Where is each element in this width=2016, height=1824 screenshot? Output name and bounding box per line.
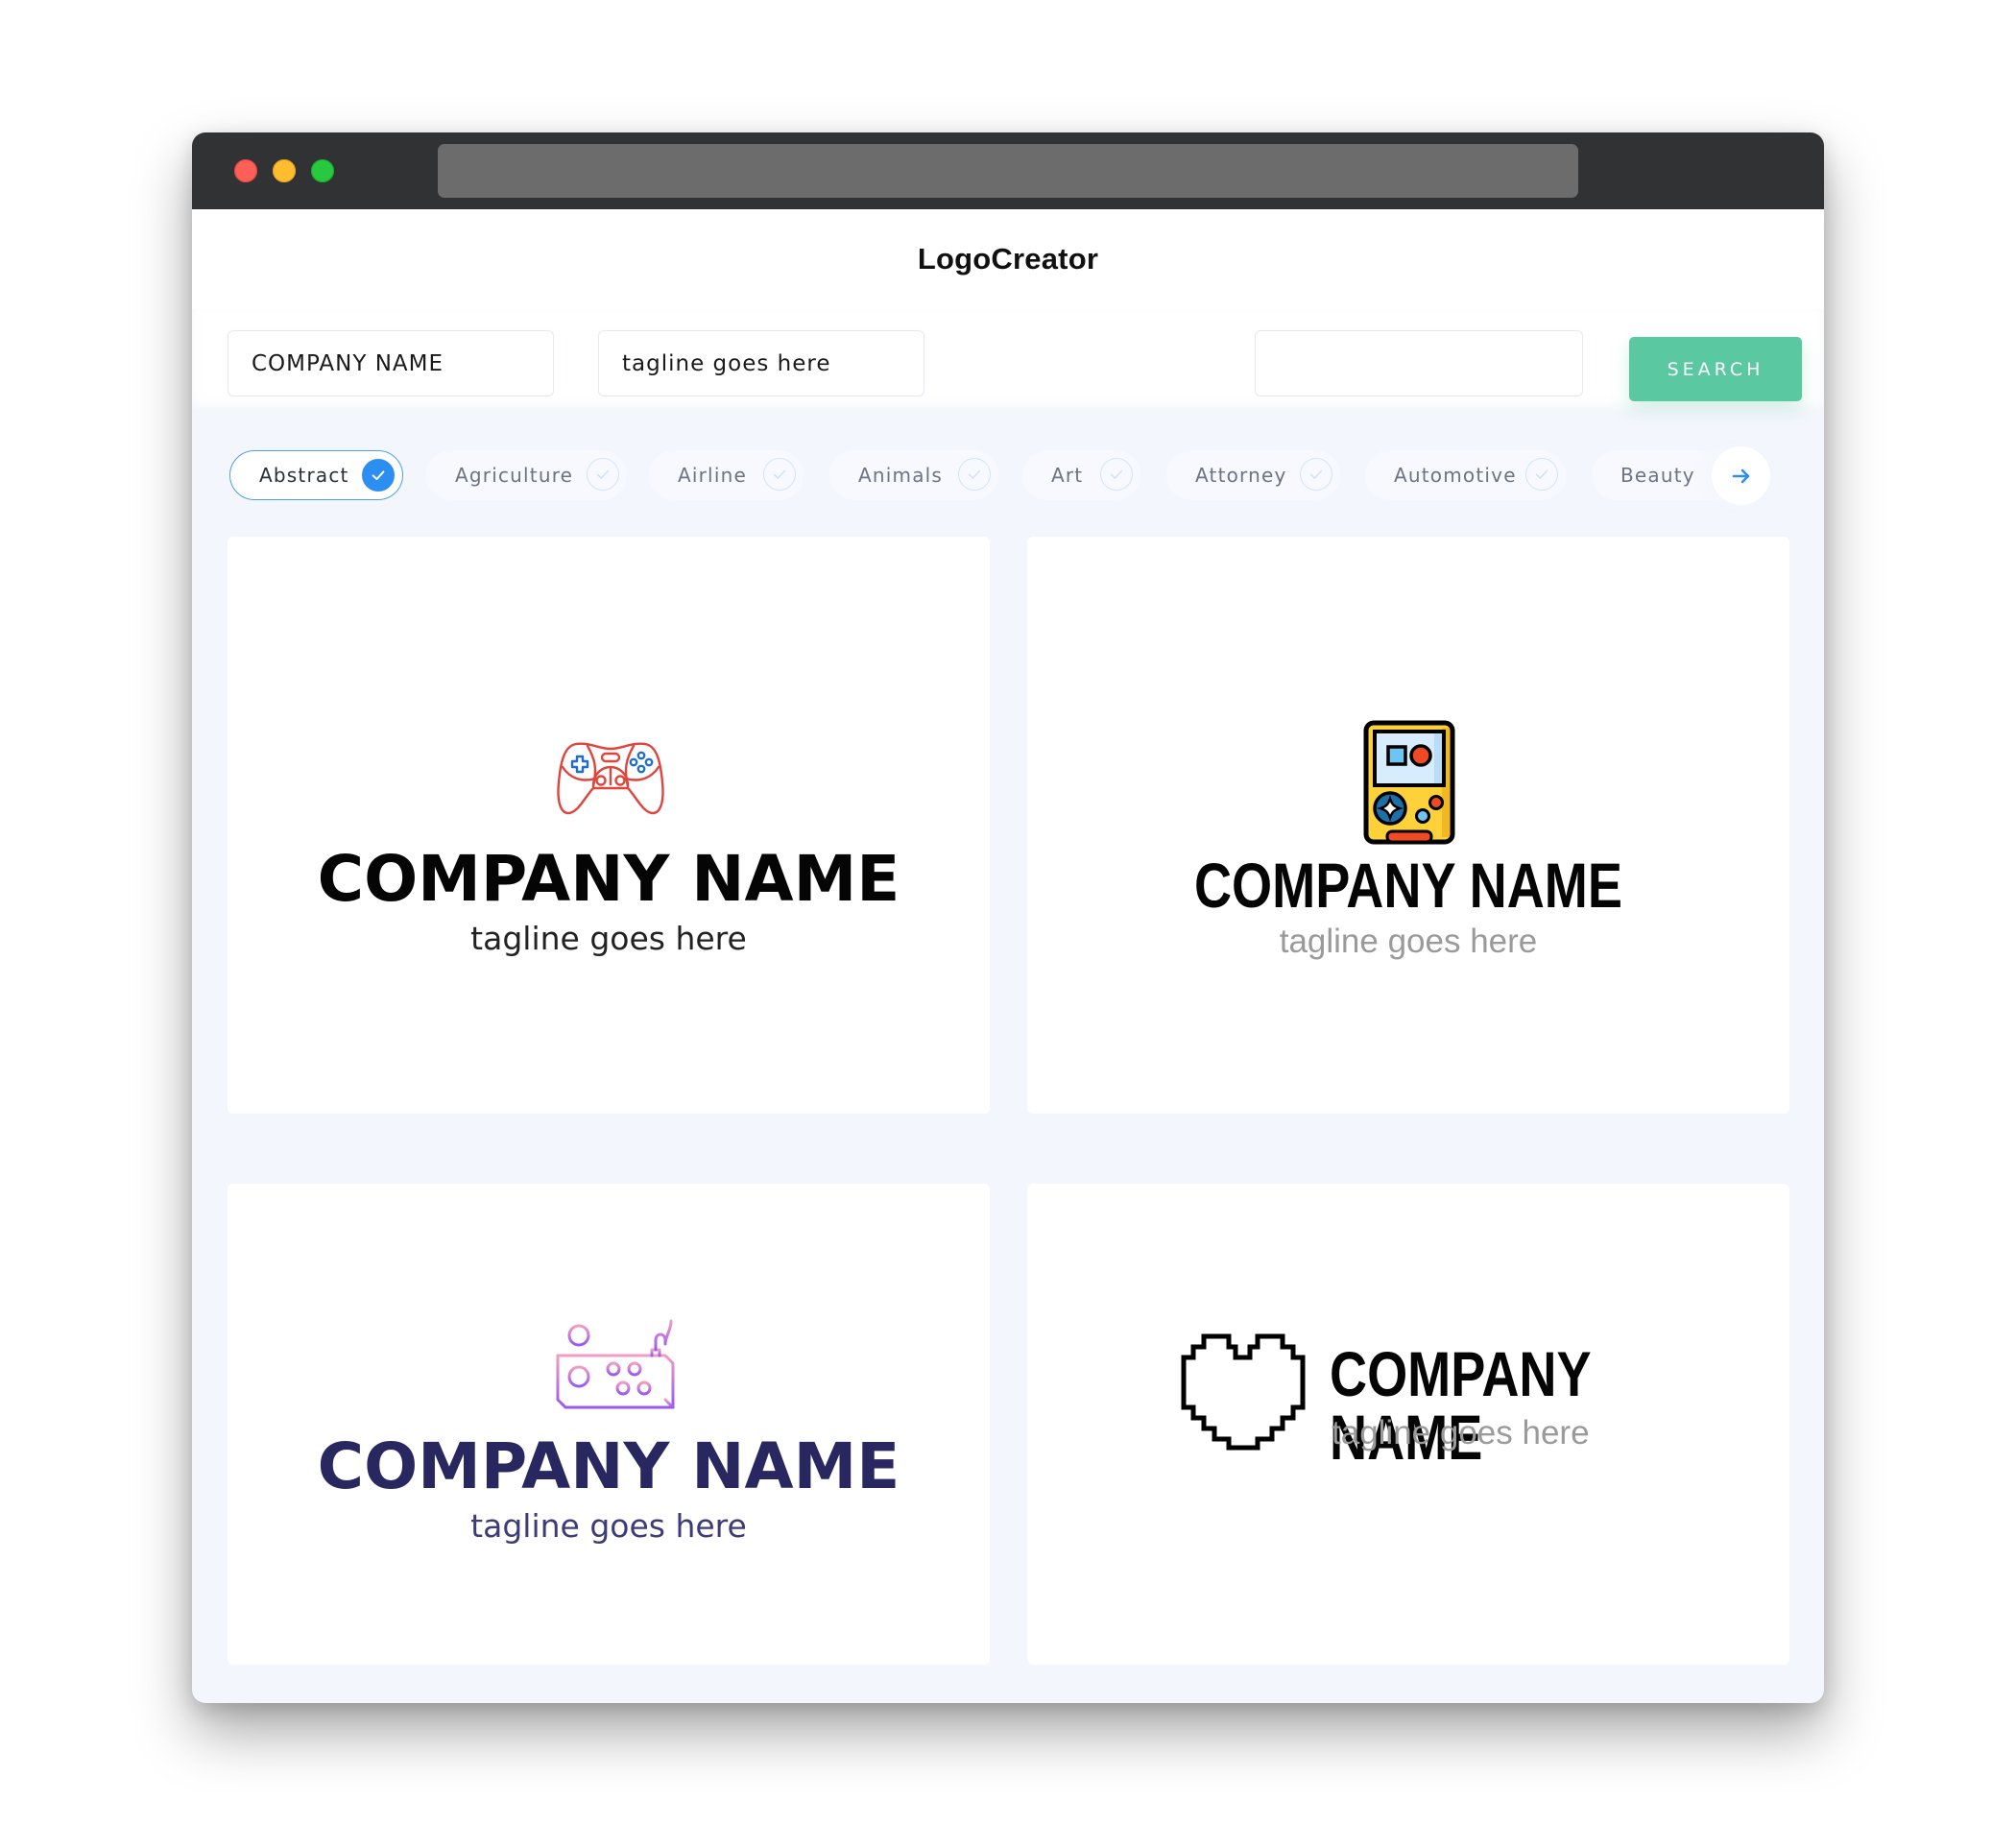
minimize-window-button[interactable] xyxy=(273,159,296,182)
check-icon xyxy=(587,458,619,491)
category-chip-art[interactable]: Art xyxy=(1022,450,1140,500)
maximize-window-button[interactable] xyxy=(311,159,334,182)
logo-card[interactable]: COMPANY NAME tagline goes here xyxy=(1027,537,1789,1114)
browser-titlebar xyxy=(192,132,1824,209)
category-filter-bar: Abstract Agriculture Airline Animals Art… xyxy=(228,438,1788,514)
category-chip-label: Animals xyxy=(858,464,944,487)
logo-company-name: COMPANY NAME xyxy=(317,842,900,916)
logo-card[interactable]: COMPANY NAME tagline goes here xyxy=(1027,1184,1789,1665)
address-bar[interactable] xyxy=(438,144,1578,198)
category-chip-label: Airline xyxy=(678,464,747,487)
category-chip-label: Art xyxy=(1051,464,1084,487)
logo-tagline: tagline goes here xyxy=(470,1507,747,1545)
category-chip-animals[interactable]: Animals xyxy=(829,450,998,500)
category-chip-label: Attorney xyxy=(1195,464,1287,487)
arcade-controller-icon xyxy=(556,1319,675,1409)
category-chip-label: Automotive xyxy=(1394,464,1517,487)
category-chip-label: Beauty xyxy=(1620,464,1695,487)
logo-tagline: tagline goes here xyxy=(470,920,747,957)
category-chip-label: Abstract xyxy=(259,464,349,487)
category-chip-attorney[interactable]: Attorney xyxy=(1166,450,1340,500)
logo-card[interactable]: COMPANY NAME tagline goes here xyxy=(228,537,990,1114)
check-icon xyxy=(1525,458,1558,491)
check-icon xyxy=(763,458,796,491)
category-chip-label: Agriculture xyxy=(455,464,574,487)
app-title: LogoCreator xyxy=(917,242,1099,276)
next-categories-button[interactable] xyxy=(1712,446,1770,505)
logo-company-name: COMPANY NAME xyxy=(317,1429,900,1503)
app-header: LogoCreator xyxy=(192,209,1824,309)
arrow-right-icon xyxy=(1732,468,1749,483)
check-icon xyxy=(1300,458,1332,491)
keyword-input[interactable] xyxy=(1255,330,1583,396)
handheld-console-icon xyxy=(1363,720,1455,845)
browser-window: LogoCreator SEARCH Abstract Agriculture … xyxy=(192,132,1824,1703)
check-icon xyxy=(362,459,395,492)
category-chip-abstract[interactable]: Abstract xyxy=(229,450,403,500)
gamepad-icon xyxy=(557,742,664,815)
logo-card[interactable]: COMPANY NAME tagline goes here xyxy=(228,1184,990,1665)
category-chip-automotive[interactable]: Automotive xyxy=(1365,450,1566,500)
search-button[interactable]: SEARCH xyxy=(1629,337,1802,401)
company-name-input[interactable] xyxy=(228,330,554,396)
logo-company-name: COMPANY NAME xyxy=(1193,850,1623,921)
tagline-input[interactable] xyxy=(598,330,924,396)
category-chip-agriculture[interactable]: Agriculture xyxy=(426,450,627,500)
search-form: SEARCH xyxy=(192,309,1824,412)
category-chip-airline[interactable]: Airline xyxy=(649,450,804,500)
pixel-heart-icon xyxy=(1181,1333,1306,1451)
close-window-button[interactable] xyxy=(234,159,257,182)
check-icon xyxy=(958,458,991,491)
check-icon xyxy=(1100,458,1133,491)
logo-tagline: tagline goes here xyxy=(1279,923,1538,960)
logo-tagline: tagline goes here xyxy=(1332,1414,1590,1452)
